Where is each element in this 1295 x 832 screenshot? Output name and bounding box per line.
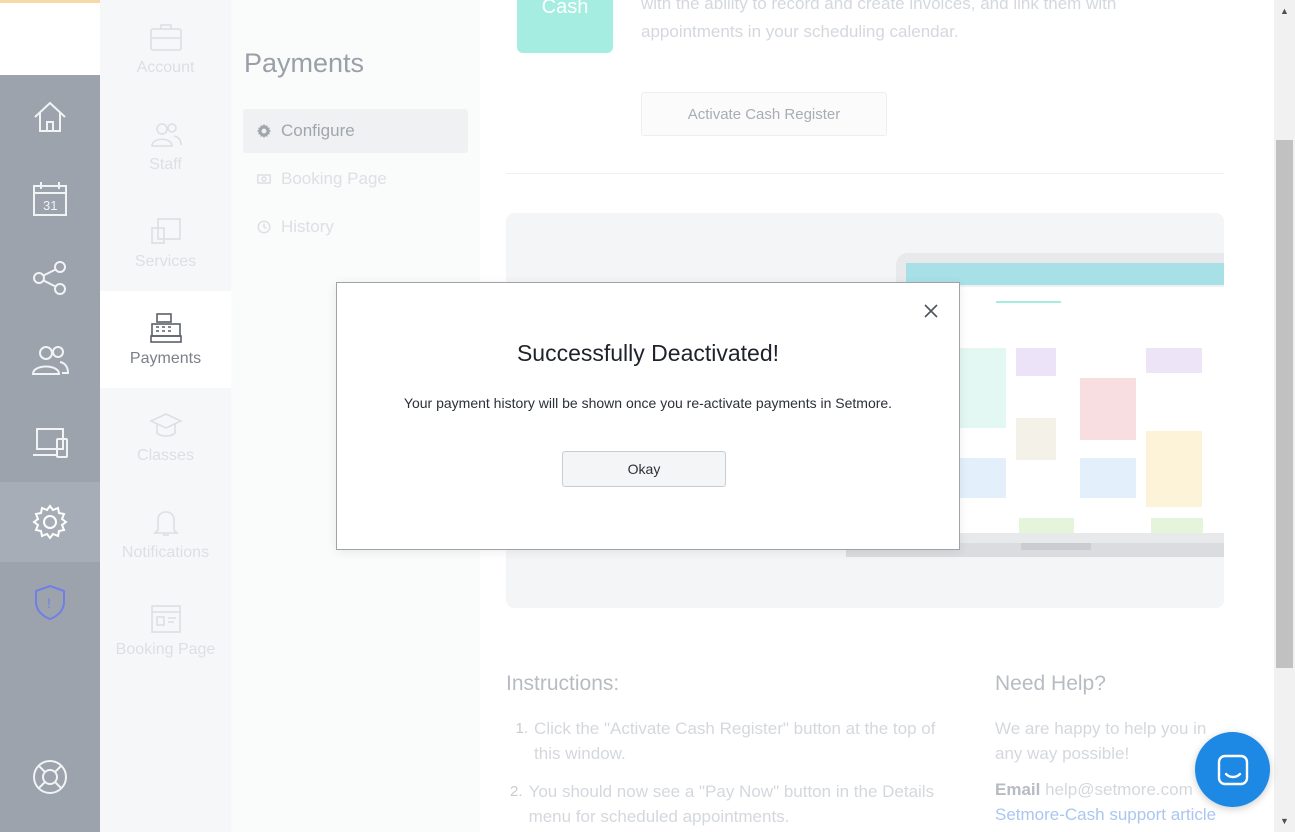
subnav-label: Classes (137, 446, 194, 464)
instruction-step: You should now see a "Pay Now" button in… (528, 782, 935, 826)
menu-booking-page[interactable]: Booking Page (243, 157, 468, 201)
staff-icon (150, 122, 182, 147)
email-value[interactable]: help@setmore.com (1045, 780, 1193, 799)
rail-home[interactable] (0, 77, 100, 157)
shield-alert-icon: ! (35, 584, 65, 621)
gear-icon (257, 124, 271, 138)
subnav-label: Account (136, 58, 195, 76)
home-icon (34, 101, 66, 132)
cash-tile: Cash (517, 0, 613, 53)
subnav-account[interactable]: Account (100, 0, 231, 97)
subnav-label: Staff (149, 155, 182, 173)
booking-page-icon (150, 604, 181, 633)
list-item: 1. Click the "Activate Cash Register" but… (506, 716, 956, 766)
subnav-label: Booking Page (115, 640, 216, 658)
help-email: Email help@setmore.com (995, 780, 1193, 800)
success-dialog: Successfully Deactivated! Your payment h… (336, 282, 960, 550)
help-title: Need Help? (995, 672, 1106, 695)
scroll-thumb[interactable] (1276, 140, 1293, 668)
dialog-title: Successfully Deactivated! (516, 340, 780, 366)
page-scrollbar[interactable]: ▲ ▼ (1274, 0, 1295, 832)
customers-icon (31, 346, 70, 375)
subnav-classes[interactable]: Classes (100, 388, 231, 485)
svg-text:!: ! (47, 595, 51, 611)
settings-icon (32, 504, 68, 540)
email-label: Email (995, 780, 1041, 799)
svg-text:31: 31 (43, 198, 57, 213)
subnav-payments[interactable]: Payments (100, 291, 231, 388)
bell-icon (152, 510, 179, 536)
subnav-booking-page[interactable]: Booking Page (100, 582, 231, 679)
menu-label: Configure (281, 121, 355, 140)
subnav-label: Notifications (121, 543, 210, 561)
dialog-message: Your payment history will be shown once … (403, 395, 893, 411)
services-icon (150, 217, 181, 244)
rail-help[interactable] (0, 737, 100, 817)
rail-calendar[interactable]: 31 (0, 159, 100, 239)
rail-security[interactable]: ! (0, 562, 100, 642)
instructions-list: 1. Click the "Activate Cash Register" but… (506, 716, 956, 832)
subnav-staff[interactable]: Staff (100, 97, 231, 194)
intro-text: with the ability to record and create in… (641, 0, 1117, 41)
instruction-step: Click the "Activate Cash Register" butto… (534, 719, 936, 763)
money-icon (257, 174, 271, 184)
scroll-up-arrow-icon[interactable]: ▲ (1274, 2, 1295, 20)
help-text: We are happy to help you in any way poss… (995, 719, 1207, 763)
instructions-title: Instructions: (506, 672, 620, 695)
rail-customers[interactable] (0, 320, 100, 400)
menu-label: History (281, 217, 334, 236)
chat-icon (1217, 754, 1248, 785)
clock-icon (257, 220, 271, 234)
subnav-services[interactable]: Services (100, 194, 231, 291)
list-item: 2. You should now see a "Pay Now" button … (506, 779, 956, 829)
settings-subnav: Account Staff Services Payments Classes … (100, 0, 231, 832)
menu-label: Booking Page (281, 169, 387, 188)
divider (506, 173, 1224, 174)
share-icon (33, 261, 66, 295)
briefcase-icon (149, 23, 182, 51)
rail-settings[interactable] (0, 482, 100, 562)
rail-devices[interactable] (0, 403, 100, 483)
subnav-label: Payments (129, 349, 202, 367)
subnav-notifications[interactable]: Notifications (100, 485, 231, 582)
close-icon[interactable] (921, 301, 941, 321)
calendar-icon: 31 (33, 182, 67, 216)
scroll-down-arrow-icon[interactable]: ▼ (1274, 812, 1295, 830)
rail-share[interactable] (0, 238, 100, 318)
support-article-link[interactable]: Setmore-Cash support article (995, 805, 1216, 825)
okay-button[interactable]: Okay (562, 451, 726, 487)
graduation-cap-icon (148, 412, 183, 437)
devices-icon (33, 428, 68, 458)
subnav-label: Services (134, 252, 197, 270)
page-title: Payments (244, 48, 365, 78)
menu-history[interactable]: History (243, 205, 468, 249)
activate-cash-register-button[interactable]: Activate Cash Register (641, 92, 887, 136)
main-rail: 31 ! (0, 75, 100, 832)
chat-launcher-button[interactable] (1195, 732, 1270, 807)
menu-configure[interactable]: Configure (243, 109, 468, 153)
help-lifebuoy-icon (33, 760, 67, 794)
cash-register-icon (149, 312, 182, 343)
